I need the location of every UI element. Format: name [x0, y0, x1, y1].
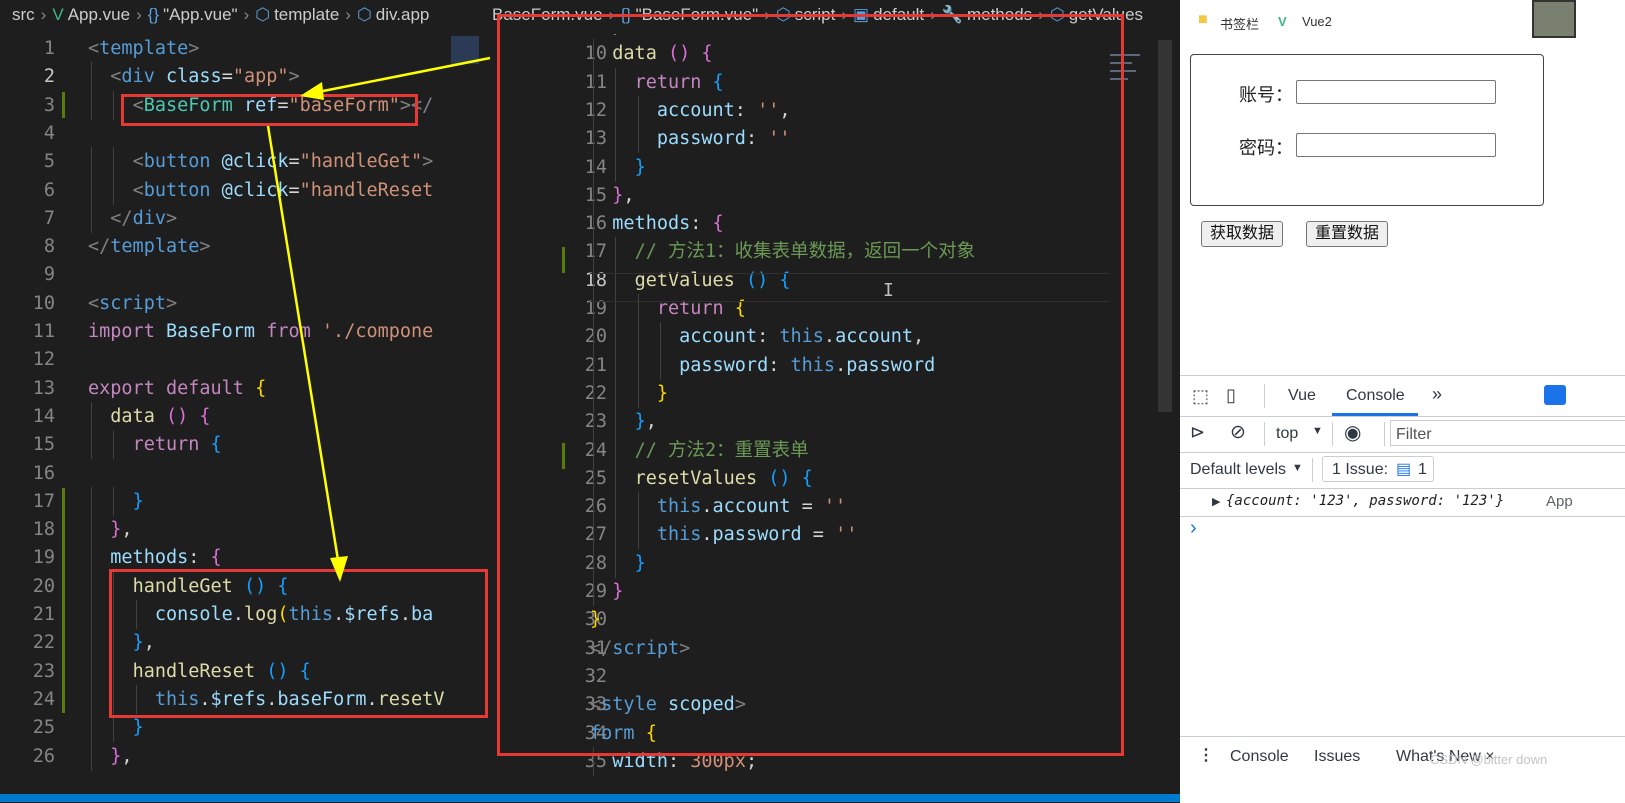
issues-badge-icon[interactable] [1544, 385, 1566, 405]
context-selector[interactable]: top [1276, 425, 1298, 443]
watermark: CSDN @bitter down [1430, 752, 1548, 767]
expand-arrow-icon[interactable]: ▶ [1212, 495, 1220, 508]
arrow-head-top [300, 82, 324, 100]
arrow-head-down [330, 556, 348, 582]
bookmark-folder[interactable]: 书签栏 [1220, 14, 1259, 33]
account-input[interactable] [1296, 80, 1496, 104]
get-data-button[interactable]: 获取数据 [1201, 221, 1284, 247]
bookmarks-bar: ■ 书签栏 V Vue2 [1180, 0, 1625, 48]
console-toolbar: ⊳ ⊘ top ▼ ◉ Filter [1180, 416, 1625, 452]
reset-data-button[interactable]: 重置数据 [1306, 221, 1389, 247]
more-tabs-button[interactable]: » [1432, 384, 1442, 405]
bookmark-vue2[interactable]: Vue2 [1302, 14, 1332, 29]
password-label: 密码： [1239, 138, 1293, 158]
dropdown-arrow-icon: ▼ [1312, 425, 1323, 437]
tab-vue[interactable]: Vue [1288, 387, 1316, 405]
issues-count: 1 [1418, 461, 1427, 478]
eye-icon[interactable]: ◉ [1344, 420, 1361, 445]
log-object[interactable]: {account: '123', password: '123'} [1226, 493, 1504, 509]
clear-console-icon[interactable]: ⊘ [1230, 421, 1246, 444]
console-prompt[interactable]: › [1190, 517, 1197, 540]
arrow-line-down [266, 125, 340, 561]
drawer-tabbar: ⋮ Console Issues What's New × CSDN @bitt… [1180, 736, 1625, 776]
log-source[interactable]: App [1546, 493, 1573, 510]
devtools-tabbar: ⬚ ▯ Vue Console » [1180, 376, 1625, 416]
tab-console[interactable]: Console [1346, 387, 1405, 405]
password-input[interactable] [1296, 133, 1496, 157]
filter-placeholder: Filter [1396, 426, 1432, 443]
inspect-icon[interactable]: ⬚ [1192, 386, 1209, 407]
base-form: 账号： 密码： [1190, 54, 1544, 206]
folder-icon: ■ [1198, 11, 1208, 28]
console-log-row[interactable]: ▶ {account: '123', password: '123'} App [1180, 488, 1625, 516]
issue-icon: ▤ [1396, 461, 1412, 478]
status-bar [0, 794, 1180, 802]
device-toolbar-icon[interactable]: ▯ [1226, 385, 1236, 406]
console-levels-bar: Default levels ▼ 1 Issue: ▤ 1 [1180, 452, 1625, 488]
account-label: 账号： [1239, 85, 1293, 105]
arrow-line-top [317, 56, 491, 94]
devtools-panel: ⬚ ▯ Vue Console » ⊳ ⊘ top ▼ ◉ Filter Def… [1180, 375, 1625, 803]
vue-icon: V [1278, 14, 1287, 29]
sidebar-toggle-icon[interactable]: ⊳ [1190, 422, 1205, 443]
levels-dropdown[interactable]: Default levels [1190, 461, 1286, 479]
drawer-tab-console[interactable]: Console [1230, 748, 1289, 766]
dropdown-arrow-icon: ▼ [1292, 462, 1303, 474]
avatar [1532, 0, 1576, 38]
annotation-arrows [266, 56, 491, 582]
drawer-tab-issues[interactable]: Issues [1314, 748, 1360, 766]
browser-window: ■ 书签栏 V Vue2 账号： 密码： 获取数据 重置数据 ⬚ ▯ Vue C… [1180, 0, 1625, 803]
kebab-menu-icon[interactable]: ⋮ [1198, 745, 1214, 765]
issues-label: 1 Issue: [1332, 461, 1389, 478]
